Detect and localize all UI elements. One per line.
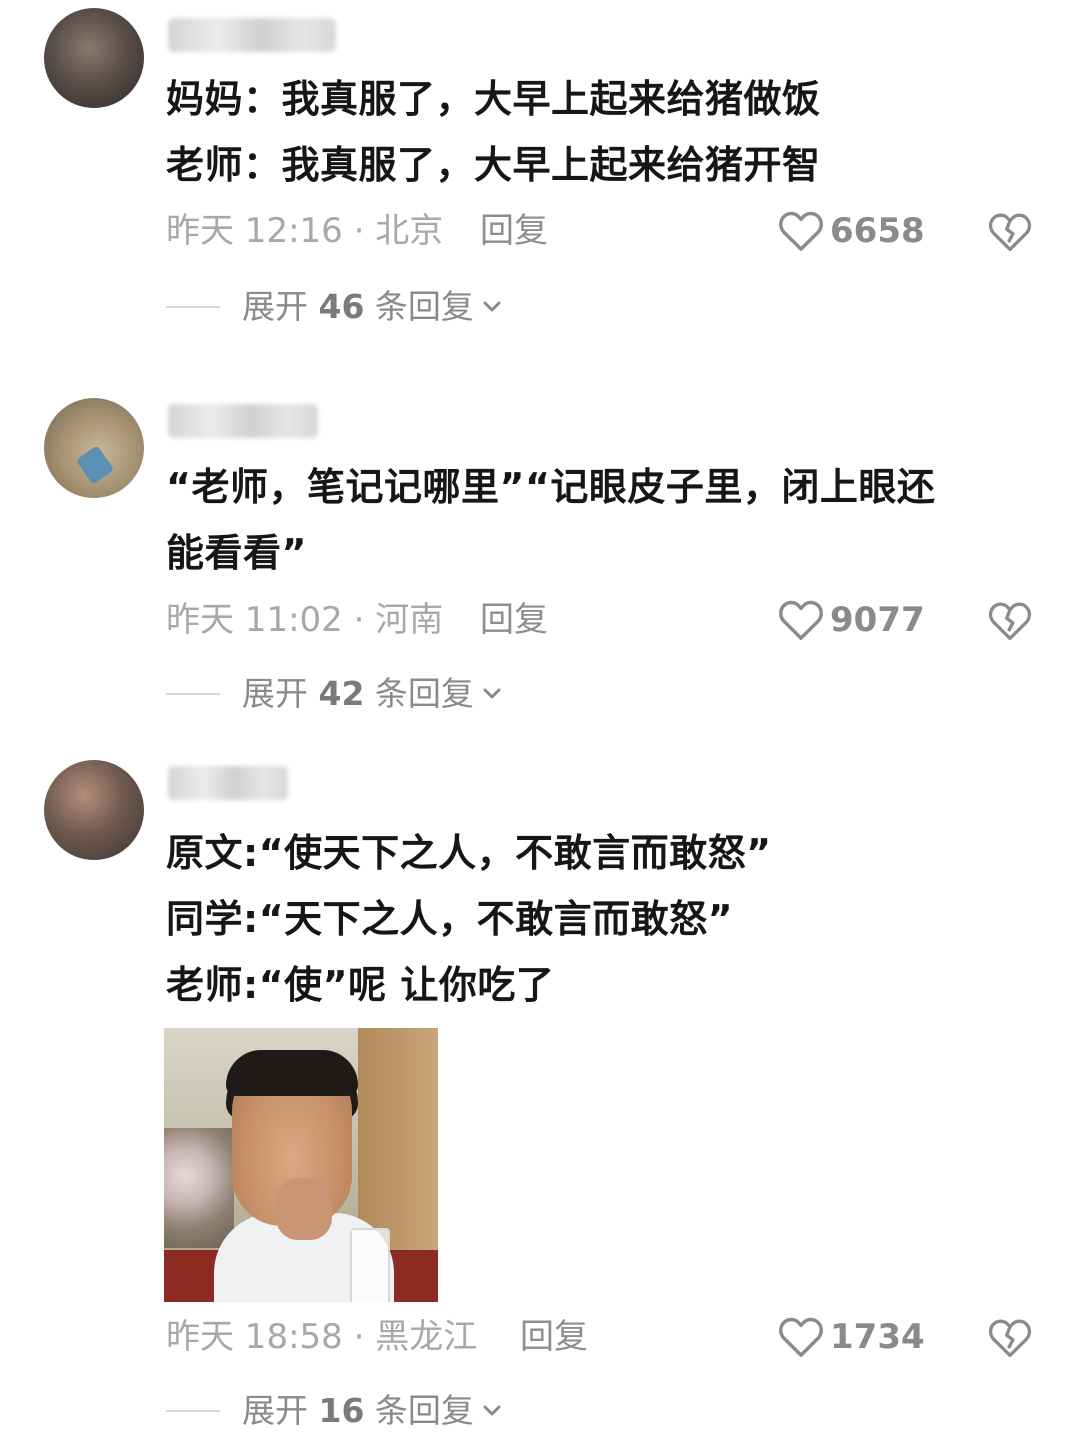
comment-text-line: 能看看” xyxy=(166,531,307,575)
expand-replies-button[interactable]: 展开 46 条回复 xyxy=(166,284,502,330)
username-redacted[interactable] xyxy=(168,404,318,438)
broken-heart-icon[interactable] xyxy=(988,210,1032,254)
expand-replies-label: 展开 16 条回复 xyxy=(242,1391,474,1430)
like-count: 1734 xyxy=(830,1317,925,1357)
broken-heart-icon[interactable] xyxy=(988,1316,1032,1360)
expand-replies-label: 展开 42 条回复 xyxy=(242,674,474,713)
comment-text-line: 妈妈：我真服了，大早上起来给猪做饭 xyxy=(166,77,821,121)
reply-button[interactable]: 回复 xyxy=(480,597,548,643)
like-count: 6658 xyxy=(830,211,925,251)
avatar[interactable] xyxy=(44,398,144,498)
comment-time-location: 昨天 12:16 · 北京 xyxy=(166,211,444,251)
comment-meta: 昨天 12:16 · 北京 回复 6658 xyxy=(166,208,1080,254)
expand-replies-label: 展开 46 条回复 xyxy=(242,287,474,326)
like-button[interactable]: 9077 xyxy=(778,597,925,643)
broken-heart-icon[interactable] xyxy=(988,599,1032,643)
heart-outline-icon xyxy=(779,211,823,251)
comment-text-line: 原文:“使天下之人，不敢言而敢怒” xyxy=(166,831,772,875)
expand-replies-button[interactable]: 展开 16 条回复 xyxy=(166,1388,502,1434)
divider-line xyxy=(166,693,220,695)
chevron-down-icon xyxy=(483,1405,501,1416)
comment-time-location: 昨天 18:58 · 黑龙江 xyxy=(166,1317,478,1357)
comment-time-location: 昨天 11:02 · 河南 xyxy=(166,600,444,640)
username-redacted[interactable] xyxy=(168,18,336,52)
avatar[interactable] xyxy=(44,8,144,108)
reply-button[interactable]: 回复 xyxy=(520,1314,588,1360)
heart-outline-icon xyxy=(779,600,823,640)
like-button[interactable]: 1734 xyxy=(778,1314,925,1360)
username-redacted[interactable] xyxy=(168,766,288,800)
comment-meta: 昨天 18:58 · 黑龙江 回复 1734 xyxy=(166,1314,1080,1360)
avatar[interactable] xyxy=(44,760,144,860)
like-button[interactable]: 6658 xyxy=(778,208,925,254)
divider-line xyxy=(166,306,220,308)
like-count: 9077 xyxy=(830,600,925,640)
comment-text-line: 老师：我真服了，大早上起来给猪开智 xyxy=(166,143,821,187)
comment-text-line: 老师:“使”呢 让你吃了 xyxy=(166,963,555,1007)
chevron-down-icon xyxy=(483,301,501,312)
chevron-down-icon xyxy=(483,688,501,699)
comment-image[interactable] xyxy=(164,1028,438,1302)
comment-meta: 昨天 11:02 · 河南 回复 9077 xyxy=(166,597,1080,643)
comment-text-line: “老师，笔记记哪里”“记眼皮子里，闭上眼还 xyxy=(166,465,936,509)
expand-replies-button[interactable]: 展开 42 条回复 xyxy=(166,671,502,717)
heart-outline-icon xyxy=(779,1317,823,1357)
divider-line xyxy=(166,1410,220,1412)
reply-button[interactable]: 回复 xyxy=(480,208,548,254)
comment-text-line: 同学:“天下之人，不敢言而敢怒” xyxy=(166,897,734,941)
